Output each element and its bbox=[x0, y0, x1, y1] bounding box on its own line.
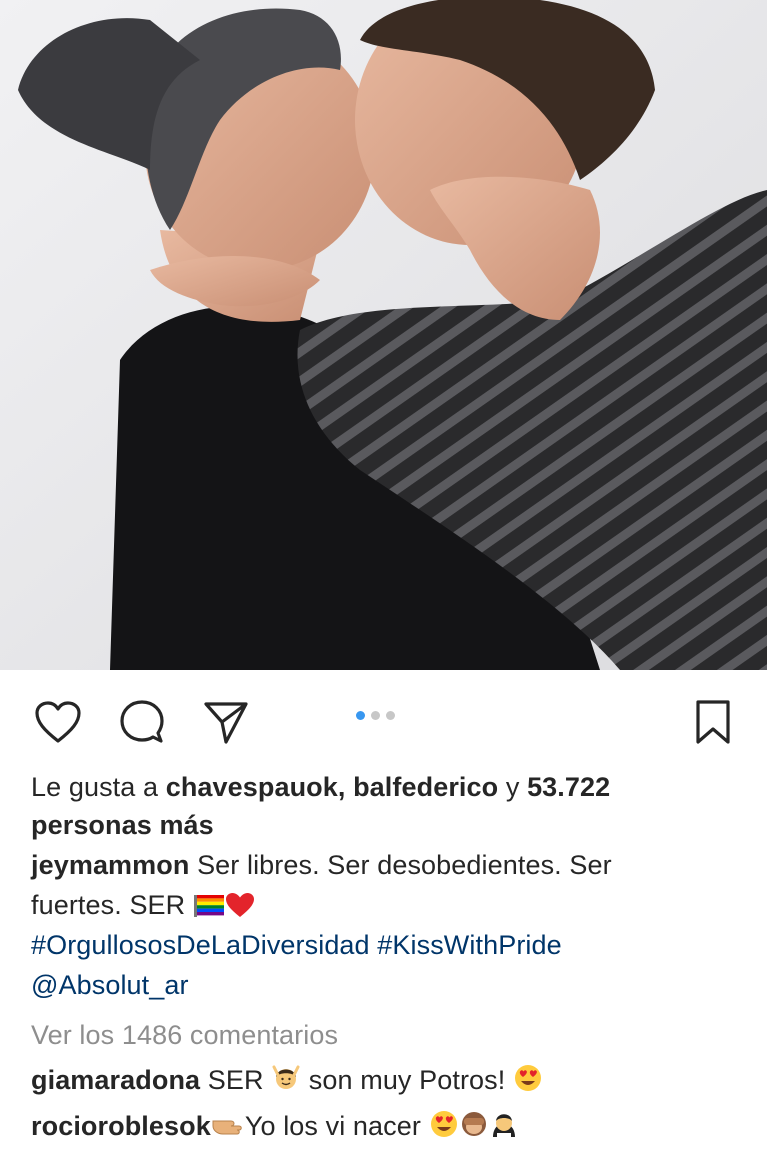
liker-username[interactable]: balfederico bbox=[353, 772, 498, 802]
carousel-dot bbox=[386, 711, 395, 720]
red-heart-icon bbox=[225, 893, 254, 917]
comment-row: rocioroblesok Yo los vi nacer bbox=[31, 1106, 741, 1146]
carousel-dot-active bbox=[356, 711, 365, 720]
caption-text-line2: fuertes. SER bbox=[31, 890, 186, 920]
view-comments-link[interactable]: Ver los 1486 comentarios bbox=[31, 1015, 741, 1055]
caption: jeymammon Ser libres. Ser desobedientes.… bbox=[31, 845, 741, 885]
comment-row: giamaradona SER son muy Potros! bbox=[31, 1060, 741, 1100]
likes-separator: , bbox=[337, 772, 354, 802]
paper-plane-icon[interactable] bbox=[200, 696, 252, 748]
carousel-indicator bbox=[356, 711, 395, 720]
pointing-hand-icon bbox=[212, 1120, 242, 1135]
carousel-dot bbox=[371, 711, 380, 720]
post-action-bar bbox=[0, 670, 767, 762]
heart-outline-icon[interactable] bbox=[32, 696, 84, 748]
person-emoji-icon bbox=[492, 1114, 515, 1137]
comment-author[interactable]: giamaradona bbox=[31, 1065, 200, 1095]
liker-username[interactable]: chavespauok bbox=[166, 772, 338, 802]
comment-author[interactable]: rocioroblesok bbox=[31, 1111, 211, 1141]
likes-line: Le gusta a chavespauok, balfederico y 53… bbox=[31, 767, 741, 807]
caption-mention-line: @Absolut_ar bbox=[31, 965, 741, 1005]
caption-line2: fuertes. SER bbox=[31, 885, 741, 925]
post-photo-illustration bbox=[0, 0, 767, 670]
bookmark-outline-icon[interactable] bbox=[687, 696, 739, 748]
raising-hands-person-icon bbox=[272, 1065, 300, 1089]
caption-text-line1: Ser libres. Ser desobedientes. Ser bbox=[189, 850, 612, 880]
hashtag-link[interactable]: #OrgullososDeLaDiversidad bbox=[31, 930, 370, 960]
likes-others[interactable]: personas más bbox=[31, 805, 741, 845]
caption-hashtags: #OrgullososDeLaDiversidad #KissWithPride bbox=[31, 925, 741, 965]
likes-count[interactable]: 53.722 bbox=[527, 772, 610, 802]
rainbow-flag-icon bbox=[193, 895, 224, 917]
caption-author[interactable]: jeymammon bbox=[31, 850, 189, 880]
comment-bubble-icon[interactable] bbox=[116, 696, 168, 748]
comment-text: son muy Potros! bbox=[301, 1065, 513, 1095]
see-no-evil-monkey-icon bbox=[461, 1112, 486, 1136]
comment-text: Yo los vi nacer bbox=[244, 1111, 429, 1141]
likes-conjunction: y bbox=[498, 772, 528, 802]
post-photo[interactable] bbox=[0, 0, 767, 670]
heart-eyes-emoji-icon bbox=[430, 1111, 457, 1137]
mention-link[interactable]: @Absolut_ar bbox=[31, 970, 189, 1000]
likes-prefix: Le gusta a bbox=[31, 772, 166, 802]
heart-eyes-emoji-icon bbox=[514, 1065, 541, 1091]
hashtag-link[interactable]: #KissWithPride bbox=[377, 930, 561, 960]
comment-text: SER bbox=[200, 1065, 272, 1095]
